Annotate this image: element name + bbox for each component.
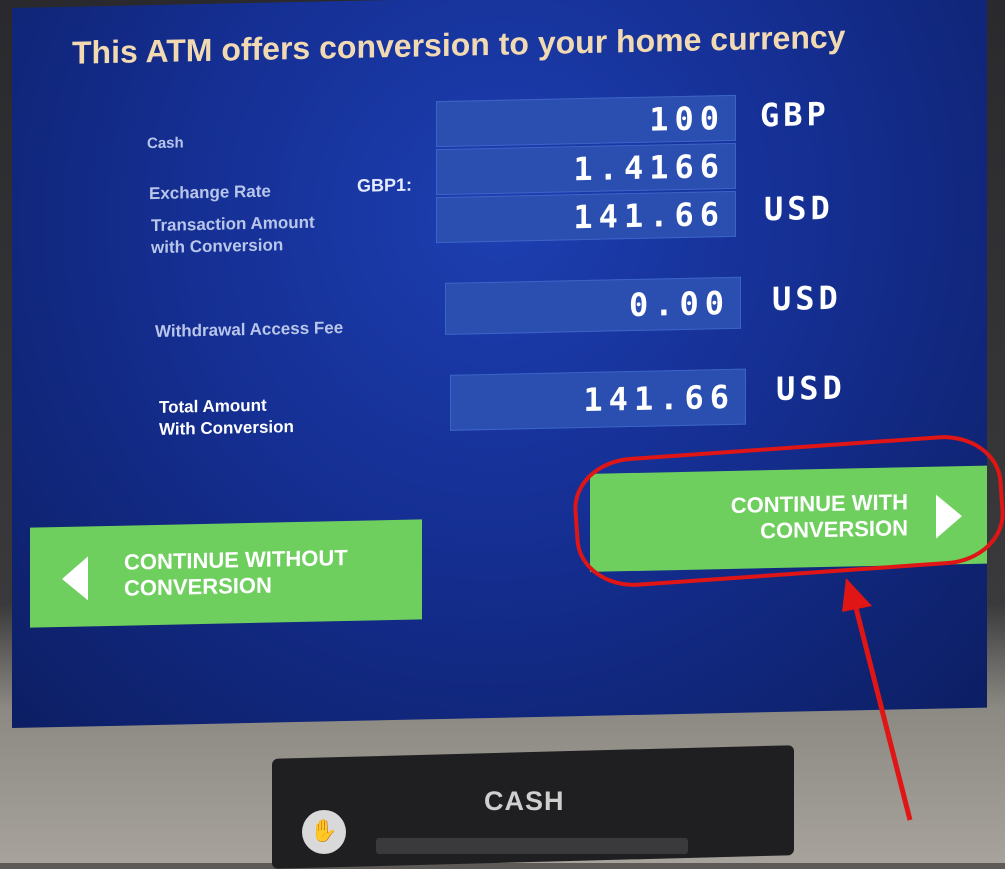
cash-slot-label: CASH [484, 786, 565, 816]
hand-icon: ✋ [302, 810, 346, 854]
cash-slot-opening[interactable] [376, 838, 688, 854]
red-arrow-annotation [842, 578, 913, 821]
